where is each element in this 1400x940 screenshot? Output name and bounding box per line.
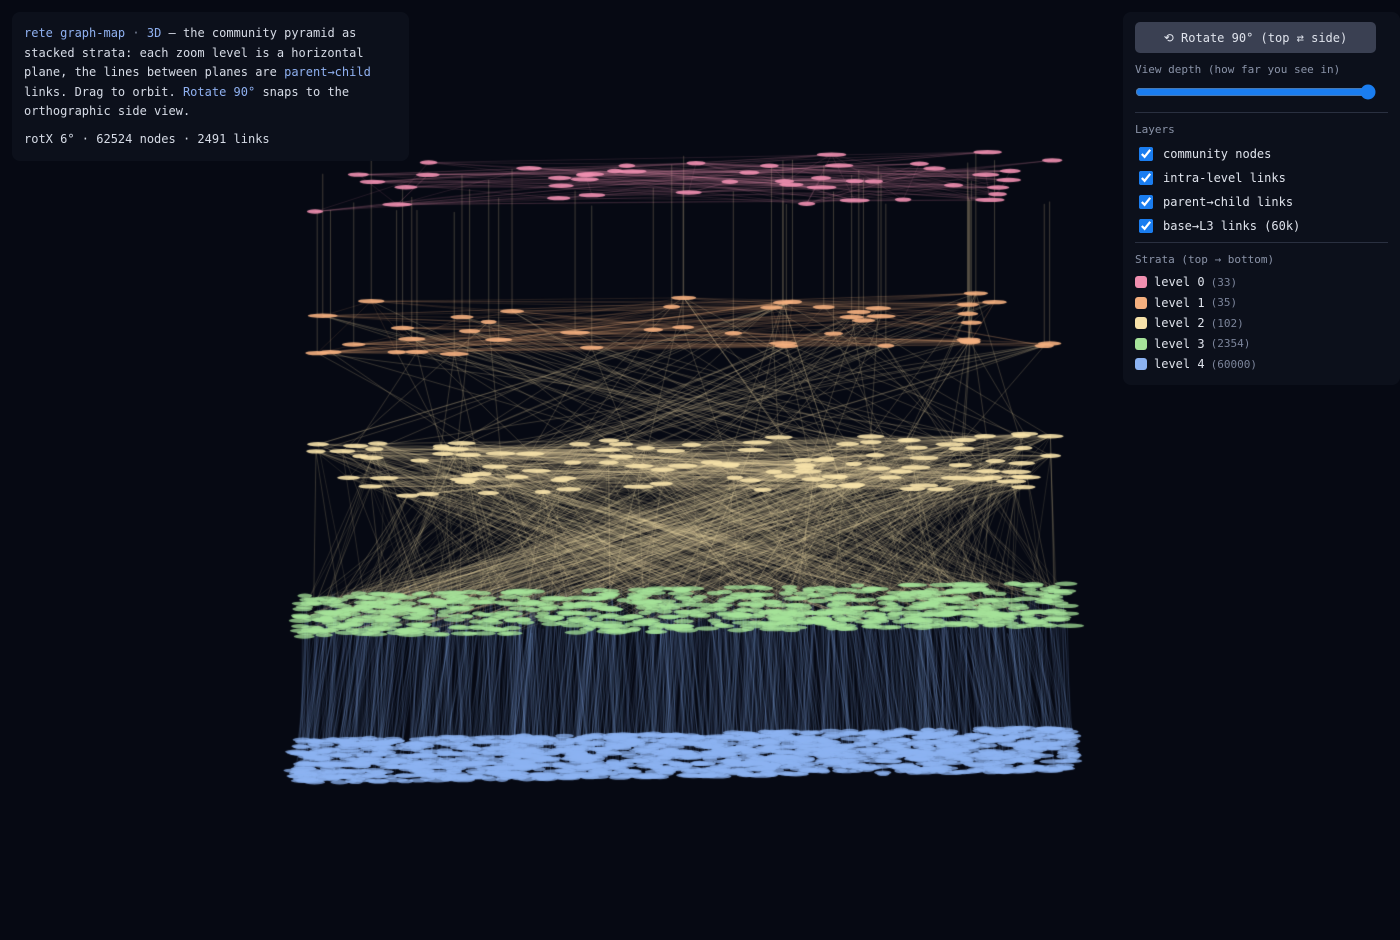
strata-count: (60000) — [1210, 357, 1257, 371]
divider — [1135, 242, 1388, 243]
stats-readout: rotX 6° · 62524 nodes · 2491 links — [24, 131, 270, 146]
strata-legend-item: level 4 (60000) — [1135, 354, 1388, 375]
layer-toggle-row[interactable]: parent→child links — [1135, 190, 1388, 214]
view-depth-label: View depth (how far you see in) — [1135, 63, 1341, 76]
strata-legend-item: level 2 (102) — [1135, 313, 1388, 334]
rotate-button[interactable]: ⟲ Rotate 90° (top ⇄ side) — [1135, 22, 1376, 53]
strata-swatch — [1135, 296, 1147, 309]
control-panel: ⟲ Rotate 90° (top ⇄ side) View depth (ho… — [1123, 12, 1400, 385]
separator: · — [132, 26, 140, 40]
strata-swatch — [1135, 317, 1147, 330]
layer-checkbox[interactable] — [1139, 219, 1153, 233]
divider — [1135, 112, 1388, 113]
mode-label: 3D — [146, 26, 162, 40]
strata-swatch — [1135, 276, 1147, 289]
layer-toggle-row[interactable]: base→L3 links (60k) — [1135, 214, 1388, 238]
strata-count: (33) — [1210, 275, 1238, 289]
strata-label: level 3 — [1154, 336, 1205, 351]
strata-swatch — [1135, 358, 1147, 371]
strata-legend-item: level 0 (33) — [1135, 272, 1388, 293]
strata-legend-item: level 3 (2354) — [1135, 334, 1388, 355]
description-text-2: links. Drag to orbit. — [24, 84, 176, 99]
strata-legend: level 0 (33) level 1 (35) level 2 (102) level … — [1135, 272, 1388, 375]
strata-title: Strata (top → bottom) — [1135, 253, 1275, 266]
layer-label: base→L3 links (60k) — [1163, 219, 1301, 233]
strata-label: level 0 — [1154, 275, 1205, 290]
strata-count: (102) — [1210, 316, 1244, 330]
layer-label: parent→child links — [1163, 195, 1294, 209]
strata-count: (35) — [1210, 296, 1238, 310]
link-term: parent→child — [284, 65, 371, 79]
layer-toggle-row[interactable]: community nodes — [1135, 142, 1388, 166]
strata-label: level 1 — [1154, 295, 1205, 310]
layers-list: community nodes intra-level links parent→c… — [1135, 142, 1388, 238]
strata-label: level 2 — [1154, 316, 1205, 331]
strata-label: level 4 — [1154, 357, 1205, 372]
layer-toggle-row[interactable]: intra-level links — [1135, 166, 1388, 190]
layer-checkbox[interactable] — [1139, 195, 1153, 209]
description: rete graph-map · 3D — the community pyra… — [24, 24, 397, 122]
view-depth-slider[interactable] — [1135, 84, 1376, 100]
strata-legend-item: level 1 (35) — [1135, 293, 1388, 314]
layer-label: intra-level links — [1163, 171, 1286, 185]
strata-count: (2354) — [1210, 337, 1251, 351]
strata-swatch — [1135, 337, 1147, 350]
layer-checkbox[interactable] — [1139, 171, 1153, 185]
layer-checkbox[interactable] — [1139, 147, 1153, 161]
layer-label: community nodes — [1163, 147, 1272, 161]
info-panel: rete graph-map · 3D — the community pyra… — [12, 12, 409, 161]
layers-title: Layers — [1135, 123, 1175, 136]
app-name: rete graph-map — [24, 26, 126, 40]
rotate-term: Rotate 90° — [182, 84, 256, 99]
